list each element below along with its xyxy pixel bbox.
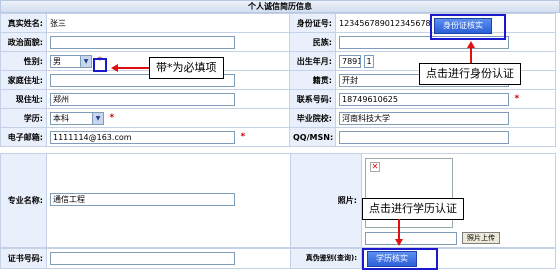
birth-year-input[interactable]: 7891 (339, 54, 361, 68)
required-mark: * (240, 132, 246, 142)
school-cell: 河南科技大学 (335, 108, 556, 128)
email-input[interactable]: 1111114@163.com (50, 130, 235, 144)
gender-value: 男 (53, 56, 61, 66)
required-mark: * (514, 94, 520, 104)
education-value: 本科 (53, 113, 69, 123)
id-arrow (470, 47, 472, 63)
photo-label: 照片: (290, 154, 362, 247)
education-label: 学历: (0, 108, 47, 128)
school-label: 毕业院校: (289, 108, 336, 128)
birth-label: 出生年月: (289, 51, 336, 71)
verify-label: 真伪鉴别(查询): (290, 249, 362, 268)
political-input[interactable] (50, 35, 235, 49)
id-label: 身份证号: (289, 13, 336, 33)
edu-verify-button[interactable]: 学历核实 (367, 251, 417, 267)
major-cell: 通信工程 (47, 154, 290, 247)
chevron-down-icon: ▼ (80, 55, 91, 67)
gender-select[interactable]: 男 ▼ (50, 54, 92, 68)
cert-input[interactable] (50, 252, 235, 265)
ethnicity-label: 民族: (289, 32, 336, 52)
birth-month-input[interactable]: 1 (363, 54, 374, 68)
chevron-down-icon: ▼ (92, 112, 103, 124)
home-label: 家庭住址: (0, 70, 47, 90)
cert-row: 证书号码: 真伪鉴别(查询): (0, 248, 556, 269)
residence-label: 现住址: (0, 89, 47, 109)
name-value: 张三 (50, 18, 66, 28)
id-note-callout: 点击进行身份认证 (419, 63, 521, 85)
residence-cell: 郑州 (46, 89, 290, 109)
arrow-head-icon (395, 239, 403, 246)
id-value: 123456789012345678 (339, 18, 431, 28)
qq-cell (335, 127, 556, 147)
email-label: 电子邮箱: (0, 127, 47, 147)
form-row: 现住址: 郑州 联系号码: 18749610625 * (0, 89, 556, 109)
broken-image-icon: ✕ (370, 162, 380, 172)
arrow-head-icon (111, 64, 118, 72)
education-select[interactable]: 本科 ▼ (50, 111, 104, 125)
form-title: 个人诚信简历信息 (0, 0, 560, 13)
cert-label: 证书号码: (1, 249, 47, 268)
edu-arrow (398, 219, 400, 239)
email-cell: 1111114@163.com * (46, 127, 290, 147)
school-input[interactable]: 河南科技大学 (339, 111, 509, 125)
major-input[interactable]: 通信工程 (50, 193, 235, 206)
name-cell: 张三 (46, 13, 290, 33)
phone-label: 联系号码: (289, 89, 336, 109)
id-verify-button[interactable]: 身份证核实 (434, 18, 492, 34)
political-cell (46, 32, 290, 52)
qq-label: QQ/MSN: (289, 127, 336, 147)
edu-note-callout: 点击进行学历认证 (362, 198, 464, 220)
political-label: 政治面貌: (0, 32, 47, 52)
form-row: 电子邮箱: 1111114@163.com * QQ/MSN: (0, 127, 556, 147)
native-label: 籍贯: (289, 70, 336, 90)
gender-label: 性别: (0, 51, 47, 71)
residence-input[interactable]: 郑州 (50, 92, 235, 106)
form-row: 学历: 本科 ▼ * 毕业院校: 河南科技大学 (0, 108, 556, 128)
required-highlight (93, 58, 107, 72)
photo-upload-button[interactable]: 照片上传 (462, 232, 500, 244)
required-mark: * (109, 113, 115, 123)
required-arrow (117, 67, 149, 69)
name-label: 真实姓名: (0, 13, 47, 33)
phone-cell: 18749610625 * (335, 89, 556, 109)
qq-input[interactable] (339, 130, 509, 144)
required-note-callout: 带*为必填项 (149, 57, 224, 79)
arrow-head-icon (467, 41, 475, 48)
photo-file-input[interactable] (365, 232, 457, 245)
phone-input[interactable]: 18749610625 (339, 92, 509, 106)
education-cell: 本科 ▼ * (46, 108, 290, 128)
major-label: 专业名称: (1, 154, 47, 247)
